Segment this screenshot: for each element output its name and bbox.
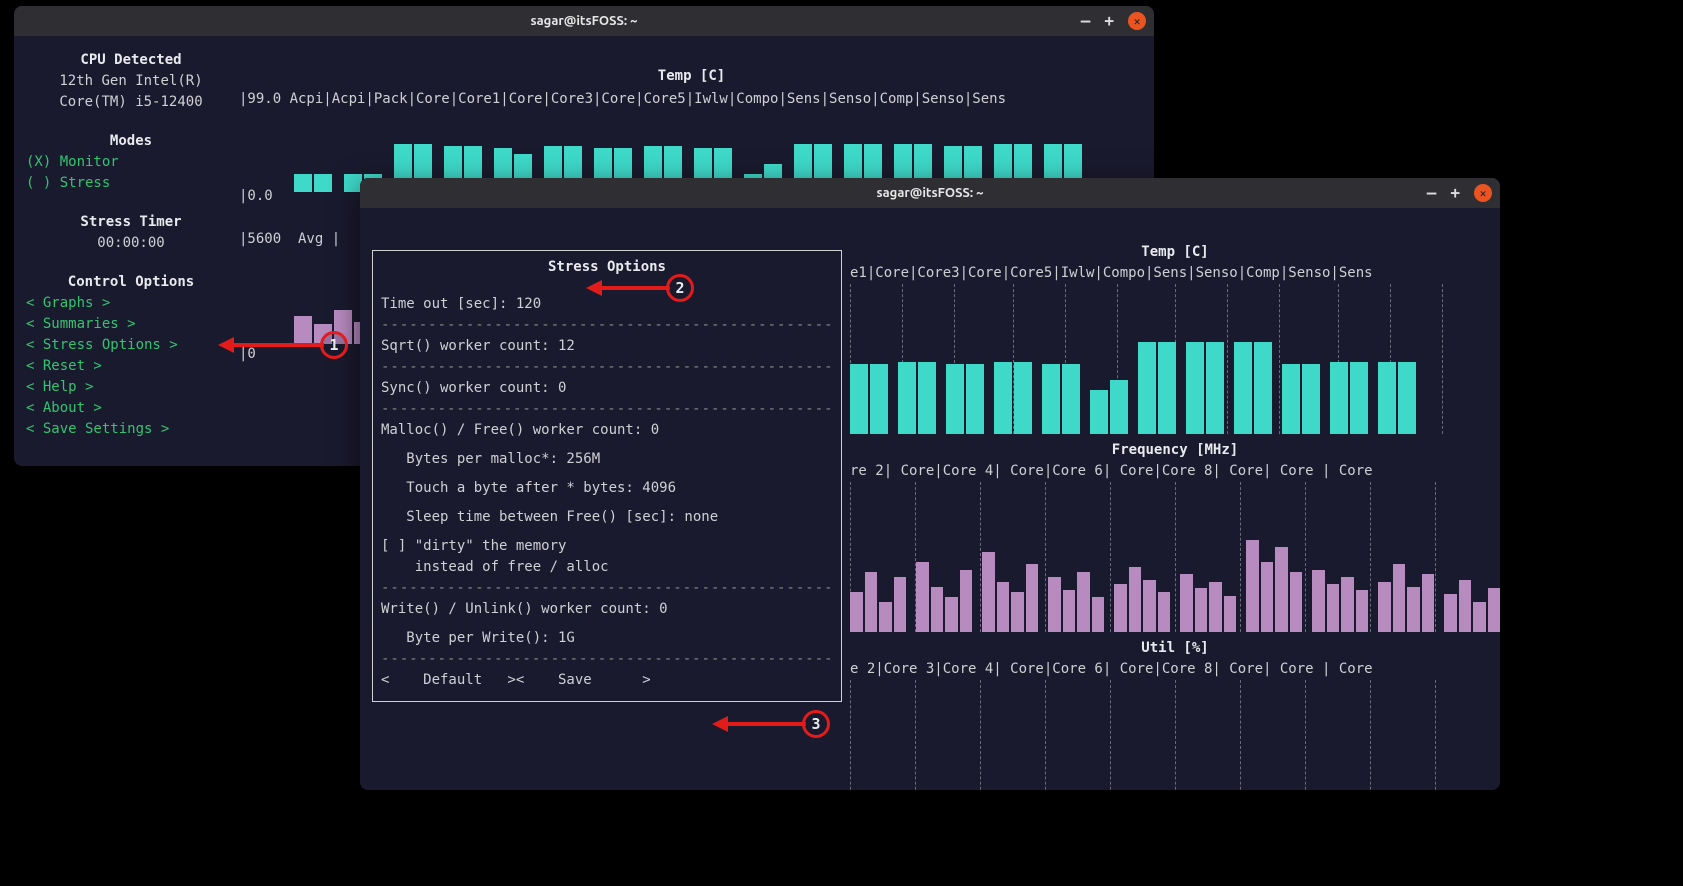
minimize-icon[interactable]: – <box>1427 185 1437 201</box>
divider: ----------------------------------------… <box>381 649 833 670</box>
timer-header: Stress Timer <box>26 212 236 233</box>
modes-header: Modes <box>26 131 236 152</box>
temp-col-labels-back: |99.0 Acpi|Acpi|Pack|Core|Core1|Core|Cor… <box>239 89 1144 110</box>
front-util-labels: e 2|Core 3|Core 4| Core|Core 6| Core|Cor… <box>850 659 1500 680</box>
cpu-line1: 12th Gen Intel(R) <box>26 71 236 92</box>
control-save-settings[interactable]: < Save Settings > <box>26 419 236 440</box>
minimize-icon[interactable]: – <box>1081 13 1091 29</box>
front-charts: Temp [C] e1|Core|Core3|Core|Core5|Iwlw|C… <box>850 242 1500 790</box>
opt-timeout[interactable]: Time out [sec]: 120 <box>381 294 833 315</box>
dialog-title: Stress Options <box>381 257 833 278</box>
opt-sleep[interactable]: Sleep time between Free() [sec]: none <box>381 507 833 528</box>
terminal-body-front: Stress Options Time out [sec]: 120 -----… <box>360 208 1500 790</box>
front-freq-bars <box>850 482 1500 632</box>
control-header: Control Options <box>26 272 236 293</box>
window-title-back: sagar@itsFOSS: ~ <box>530 14 637 28</box>
temp-chart-back: Temp [C] |99.0 Acpi|Acpi|Pack|Core|Core1… <box>239 66 1144 110</box>
left-panel: CPU Detected 12th Gen Intel(R) Core(TM) … <box>26 50 236 458</box>
opt-sqrt[interactable]: Sqrt() worker count: 12 <box>381 336 833 357</box>
titlebar-back: sagar@itsFOSS: ~ – + ✕ <box>14 6 1154 36</box>
divider: ----------------------------------------… <box>381 399 833 420</box>
front-freq-labels: re 2| Core|Core 4| Core|Core 6| Core|Cor… <box>850 461 1500 482</box>
opt-sync[interactable]: Sync() worker count: 0 <box>381 378 833 399</box>
front-util-title: Util [%] <box>850 638 1500 659</box>
divider: ----------------------------------------… <box>381 357 833 378</box>
titlebar-front: sagar@itsFOSS: ~ – + ✕ <box>360 178 1500 208</box>
mode-stress[interactable]: ( ) Stress <box>26 173 236 194</box>
mode-monitor[interactable]: (X) Monitor <box>26 152 236 173</box>
control-about[interactable]: < About > <box>26 398 236 419</box>
stress-options-dialog: Stress Options Time out [sec]: 120 -----… <box>372 250 842 702</box>
cpu-line2: Core(TM) i5-12400 <box>26 92 236 113</box>
opt-byte-write[interactable]: Byte per Write(): 1G <box>381 628 833 649</box>
divider: ----------------------------------------… <box>381 315 833 336</box>
window-controls-back: – + ✕ <box>1081 12 1146 30</box>
control-stress-options[interactable]: < Stress Options > <box>26 335 236 356</box>
window-controls-front: – + ✕ <box>1427 184 1492 202</box>
front-freq-title: Frequency [MHz] <box>850 440 1500 461</box>
timer-value: 00:00:00 <box>26 233 236 254</box>
opt-write[interactable]: Write() / Unlink() worker count: 0 <box>381 599 833 620</box>
control-reset[interactable]: < Reset > <box>26 356 236 377</box>
front-temp-labels: e1|Core|Core3|Core|Core5|Iwlw|Compo|Sens… <box>850 263 1500 284</box>
front-temp-bars <box>850 284 1500 434</box>
maximize-icon[interactable]: + <box>1450 185 1460 201</box>
terminal-window-front: sagar@itsFOSS: ~ – + ✕ Stress Options Ti… <box>360 178 1500 790</box>
window-title-front: sagar@itsFOSS: ~ <box>876 186 983 200</box>
axis-5600: |5600 Avg | <box>239 229 340 250</box>
axis-zero-1: |0 <box>239 344 340 365</box>
front-temp-title: Temp [C] <box>850 242 1500 263</box>
opt-touch-byte[interactable]: Touch a byte after * bytes: 4096 <box>381 478 833 499</box>
temp-title-back: Temp [C] <box>239 66 1144 87</box>
cpu-header: CPU Detected <box>26 50 236 71</box>
opt-dirty2: instead of free / alloc <box>381 557 833 578</box>
control-graphs[interactable]: < Graphs > <box>26 293 236 314</box>
front-util-bars <box>850 680 1500 790</box>
opt-dirty1[interactable]: [ ] "dirty" the memory <box>381 536 833 557</box>
default-button[interactable]: < Default > <box>381 670 516 691</box>
opt-malloc[interactable]: Malloc() / Free() worker count: 0 <box>381 420 833 441</box>
maximize-icon[interactable]: + <box>1104 13 1114 29</box>
control-summaries[interactable]: < Summaries > <box>26 314 236 335</box>
save-button[interactable]: < Save > <box>516 670 651 691</box>
opt-bytes-malloc[interactable]: Bytes per malloc*: 256M <box>381 449 833 470</box>
close-icon[interactable]: ✕ <box>1128 12 1146 30</box>
control-help[interactable]: < Help > <box>26 377 236 398</box>
divider: ----------------------------------------… <box>381 578 833 599</box>
close-icon[interactable]: ✕ <box>1474 184 1492 202</box>
